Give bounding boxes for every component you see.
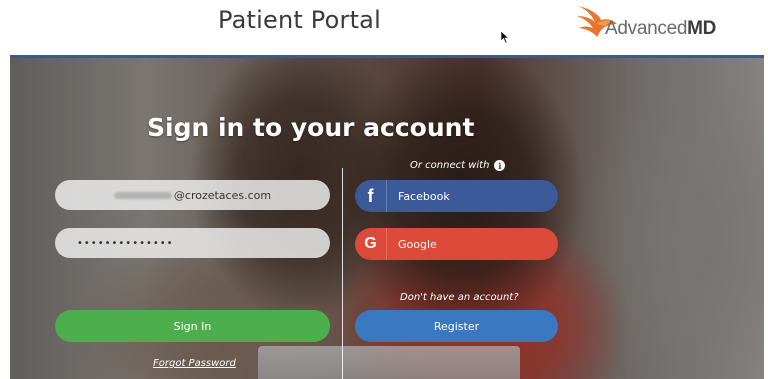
sign-in-label: Sign In: [173, 319, 212, 333]
page-title: Patient Portal: [218, 6, 381, 34]
google-icon: G: [355, 228, 387, 260]
no-account-prompt: Don't have an account?: [400, 292, 519, 303]
signin-heading: Sign in to your account: [147, 113, 475, 142]
header: Patient Portal AdvancedMD: [0, 0, 768, 55]
vertical-divider: [342, 168, 343, 379]
password-mask: ••••••••••••••: [77, 237, 174, 249]
register-button[interactable]: Register: [355, 310, 558, 342]
laptop-image: [258, 346, 520, 379]
info-icon[interactable]: i: [494, 160, 506, 171]
facebook-label: Facebook: [398, 189, 450, 203]
redacted-email-prefix: [113, 191, 172, 199]
hero-background: Sign in to your account @crozetaces.com …: [10, 58, 764, 379]
facebook-icon: f: [355, 180, 387, 212]
google-button[interactable]: G Google: [355, 228, 558, 260]
forgot-password-link[interactable]: Forgot Password: [153, 358, 236, 369]
logo-text: AdvancedMD: [605, 18, 717, 39]
email-value: @crozetaces.com: [173, 188, 272, 202]
advancedmd-logo: AdvancedMD: [575, 4, 745, 46]
password-field[interactable]: ••••••••••••••: [55, 228, 330, 258]
register-label: Register: [433, 319, 480, 333]
email-field[interactable]: @crozetaces.com: [55, 180, 330, 210]
connect-with-label: Or connect with i: [410, 160, 506, 171]
google-label: Google: [398, 237, 437, 251]
facebook-button[interactable]: f Facebook: [355, 180, 558, 212]
sign-in-button[interactable]: Sign In: [55, 310, 330, 342]
mouse-cursor-icon: [500, 30, 510, 44]
